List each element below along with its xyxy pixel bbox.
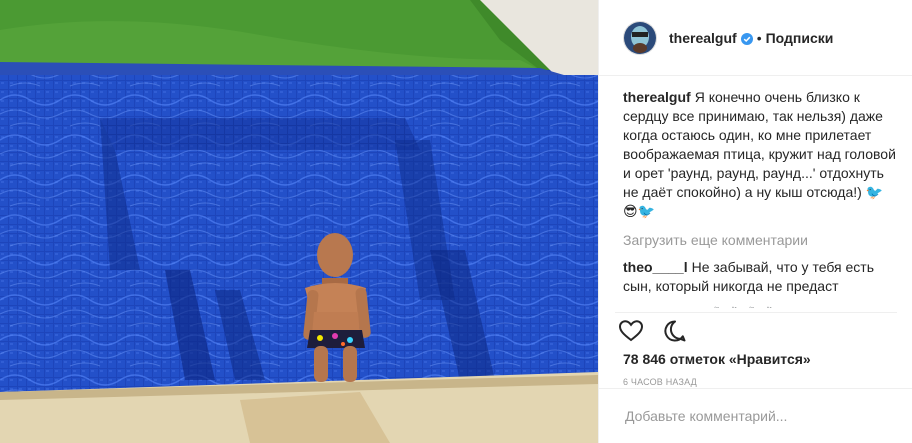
comments-list: therealguf Я конечно очень близко к сердц…: [623, 88, 896, 308]
post-photo[interactable]: [0, 0, 598, 443]
comment-item: theo____l Не забывай, что у тебя есть сын…: [623, 258, 896, 296]
action-bar: [615, 312, 897, 349]
caption-username[interactable]: therealguf: [623, 89, 691, 105]
comment-username[interactable]: gania_graam: [623, 305, 709, 308]
avatar-image: [624, 21, 656, 54]
separator-dot: •: [756, 29, 762, 46]
add-comment-input[interactable]: [623, 407, 888, 425]
author-avatar[interactable]: [623, 20, 657, 55]
comment-button[interactable]: [659, 317, 703, 349]
author-username[interactable]: therealguf: [669, 30, 737, 46]
likes-count[interactable]: 78 846 отметок «Нравится»: [623, 351, 811, 367]
comment-text: 🐜🐜🐜🐜: [713, 305, 783, 308]
caption: therealguf Я конечно очень близко к сердц…: [623, 88, 896, 221]
like-button[interactable]: [615, 317, 659, 349]
post-timestamp[interactable]: 6 часов назад: [623, 377, 697, 387]
comment-username[interactable]: theo____l: [623, 259, 688, 275]
add-comment-section: [599, 388, 912, 443]
instagram-post: therealguf • Подписки therealguf Я конечн…: [0, 0, 912, 443]
heart-outline-icon: [618, 319, 644, 347]
speech-bubble-icon: [663, 319, 687, 348]
caption-text: Я конечно очень близко к сердцу все прин…: [623, 89, 896, 219]
post-sidebar: therealguf • Подписки therealguf Я конечн…: [598, 0, 912, 443]
comment-item: gania_graam 🐜🐜🐜🐜: [623, 304, 896, 308]
load-more-comments-link[interactable]: Загрузить еще комментарии: [623, 231, 896, 250]
verified-badge-icon: [740, 32, 753, 45]
following-button[interactable]: Подписки: [766, 30, 834, 46]
post-header: therealguf • Подписки: [599, 0, 912, 76]
pool-photo-graphic: [0, 0, 598, 443]
